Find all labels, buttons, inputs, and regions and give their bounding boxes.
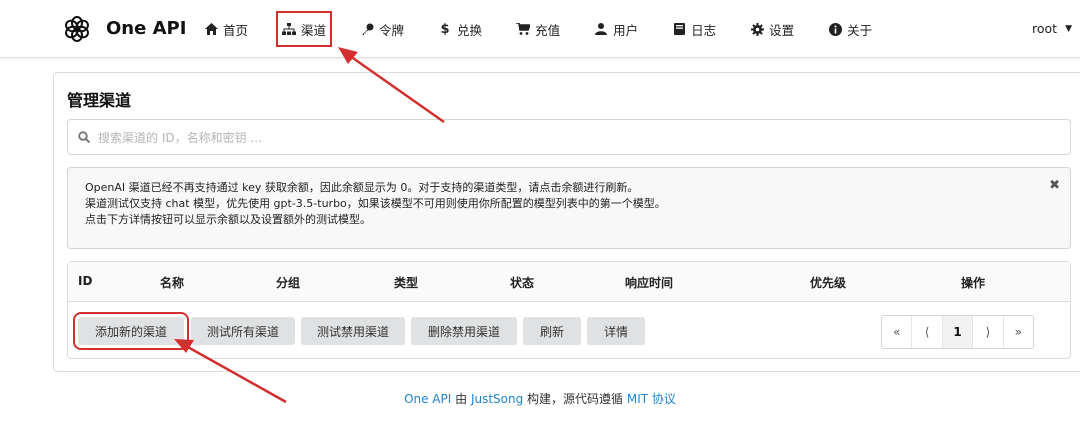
nav-item-about[interactable]: 关于 — [824, 13, 876, 45]
key-icon — [360, 22, 374, 36]
test-all-channels-button[interactable]: 测试所有渠道 — [191, 317, 295, 345]
user-icon — [594, 22, 608, 36]
table-header: ID 名称 分组 类型 状态 响应时间 优先级 操作 — [68, 262, 1070, 302]
test-disabled-channels-button[interactable]: 测试禁用渠道 — [301, 317, 405, 345]
search-placeholder: 搜索渠道的 ID，名称和密钥 ... — [98, 130, 262, 145]
refresh-button[interactable]: 刷新 — [523, 317, 581, 345]
footer-text: 由 — [451, 392, 471, 406]
sitemap-icon — [282, 22, 297, 36]
message-line: 渠道测试仅支持 chat 模型，优先使用 gpt-3.5-turbo，如果该模型… — [85, 197, 666, 210]
message-line: OpenAI 渠道已经不再支持通过 key 获取余额，因此余额显示为 0。对于支… — [85, 181, 639, 194]
page-title: 管理渠道 — [67, 91, 132, 110]
openai-logo-icon[interactable] — [62, 14, 92, 44]
top-navbar: One API 首页 渠道 令牌 $ 兑换 充值 用户 日志 设置 关于 roo… — [0, 0, 1080, 58]
nav-item-users[interactable]: 用户 — [590, 13, 642, 45]
column-header-response-time[interactable]: 响应时间 — [625, 274, 673, 291]
username: root — [1032, 21, 1058, 36]
table-footer: 添加新的渠道 测试所有渠道 测试禁用渠道 删除禁用渠道 刷新 详情 « ⟨ 1 … — [68, 303, 1070, 359]
dollar-icon: $ — [440, 21, 450, 37]
footer-link-mit-license[interactable]: MIT 协议 — [627, 392, 676, 406]
nav-item-tokens[interactable]: 令牌 — [356, 13, 408, 45]
pagination-next[interactable]: ⟩ — [973, 316, 1004, 348]
nav-label: 用户 — [613, 22, 639, 38]
column-header-type[interactable]: 类型 — [394, 274, 418, 291]
nav-label: 日志 — [691, 22, 717, 38]
details-button[interactable]: 详情 — [587, 317, 645, 345]
caret-down-icon: ▼ — [1065, 23, 1072, 34]
nav-label: 关于 — [847, 22, 873, 38]
channel-panel: 管理渠道 搜索渠道的 ID，名称和密钥 ... OpenAI 渠道已经不再支持通… — [53, 72, 1080, 372]
nav-label: 令牌 — [379, 22, 405, 38]
search-icon — [78, 128, 91, 147]
close-icon[interactable]: ✖ — [1049, 178, 1060, 194]
nav-label: 设置 — [769, 22, 795, 38]
column-header-priority[interactable]: 优先级 — [810, 274, 846, 291]
pagination-page-1[interactable]: 1 — [942, 316, 974, 348]
footer: One API 由 JustSong 构建，源代码遵循 MIT 协议 — [0, 390, 1080, 407]
nav-label: 渠道 — [301, 22, 327, 38]
delete-disabled-channels-button[interactable]: 删除禁用渠道 — [411, 317, 517, 345]
cart-icon — [516, 22, 531, 36]
footer-link-oneapi[interactable]: One API — [404, 392, 451, 406]
footer-text: 构建，源代码遵循 — [523, 392, 627, 406]
nav-item-settings[interactable]: 设置 — [746, 13, 798, 45]
add-channel-button[interactable]: 添加新的渠道 — [73, 312, 189, 350]
pagination-last[interactable]: » — [1004, 316, 1033, 348]
pagination-first[interactable]: « — [882, 316, 913, 348]
pagination-prev[interactable]: ⟨ — [912, 316, 943, 348]
nav-label: 充值 — [535, 22, 561, 38]
channel-table: ID 名称 分组 类型 状态 响应时间 优先级 操作 添加新的渠道 测试所有渠道… — [67, 261, 1071, 359]
column-header-status[interactable]: 状态 — [510, 274, 534, 291]
pagination: « ⟨ 1 ⟩ » — [881, 315, 1034, 349]
nav-label: 首页 — [223, 22, 249, 38]
main-nav: 首页 渠道 令牌 $ 兑换 充值 用户 日志 设置 关于 — [200, 0, 902, 58]
nav-item-redeem[interactable]: $ 兑换 — [434, 13, 486, 45]
column-header-name[interactable]: 名称 — [160, 274, 184, 291]
footer-link-justsong[interactable]: JustSong — [471, 392, 523, 406]
book-icon — [672, 22, 686, 36]
column-header-group[interactable]: 分组 — [276, 274, 300, 291]
info-message: OpenAI 渠道已经不再支持通过 key 获取余额，因此余额显示为 0。对于支… — [67, 167, 1071, 249]
nav-item-topup[interactable]: 充值 — [512, 13, 564, 45]
info-icon — [828, 22, 842, 36]
brand-title[interactable]: One API — [106, 18, 186, 39]
nav-label: 兑换 — [457, 22, 483, 38]
gear-icon — [750, 22, 764, 36]
home-icon — [204, 22, 218, 36]
nav-item-logs[interactable]: 日志 — [668, 13, 720, 45]
user-menu[interactable]: root ▼ — [1032, 21, 1072, 36]
message-line: 点击下方详情按钮可以显示余额以及设置额外的测试模型。 — [85, 213, 371, 226]
nav-item-channels[interactable]: 渠道 — [276, 11, 333, 47]
column-header-actions: 操作 — [961, 276, 986, 290]
column-header-id[interactable]: ID — [78, 274, 92, 288]
search-input[interactable]: 搜索渠道的 ID，名称和密钥 ... — [67, 119, 1071, 155]
nav-item-home[interactable]: 首页 — [200, 13, 252, 45]
